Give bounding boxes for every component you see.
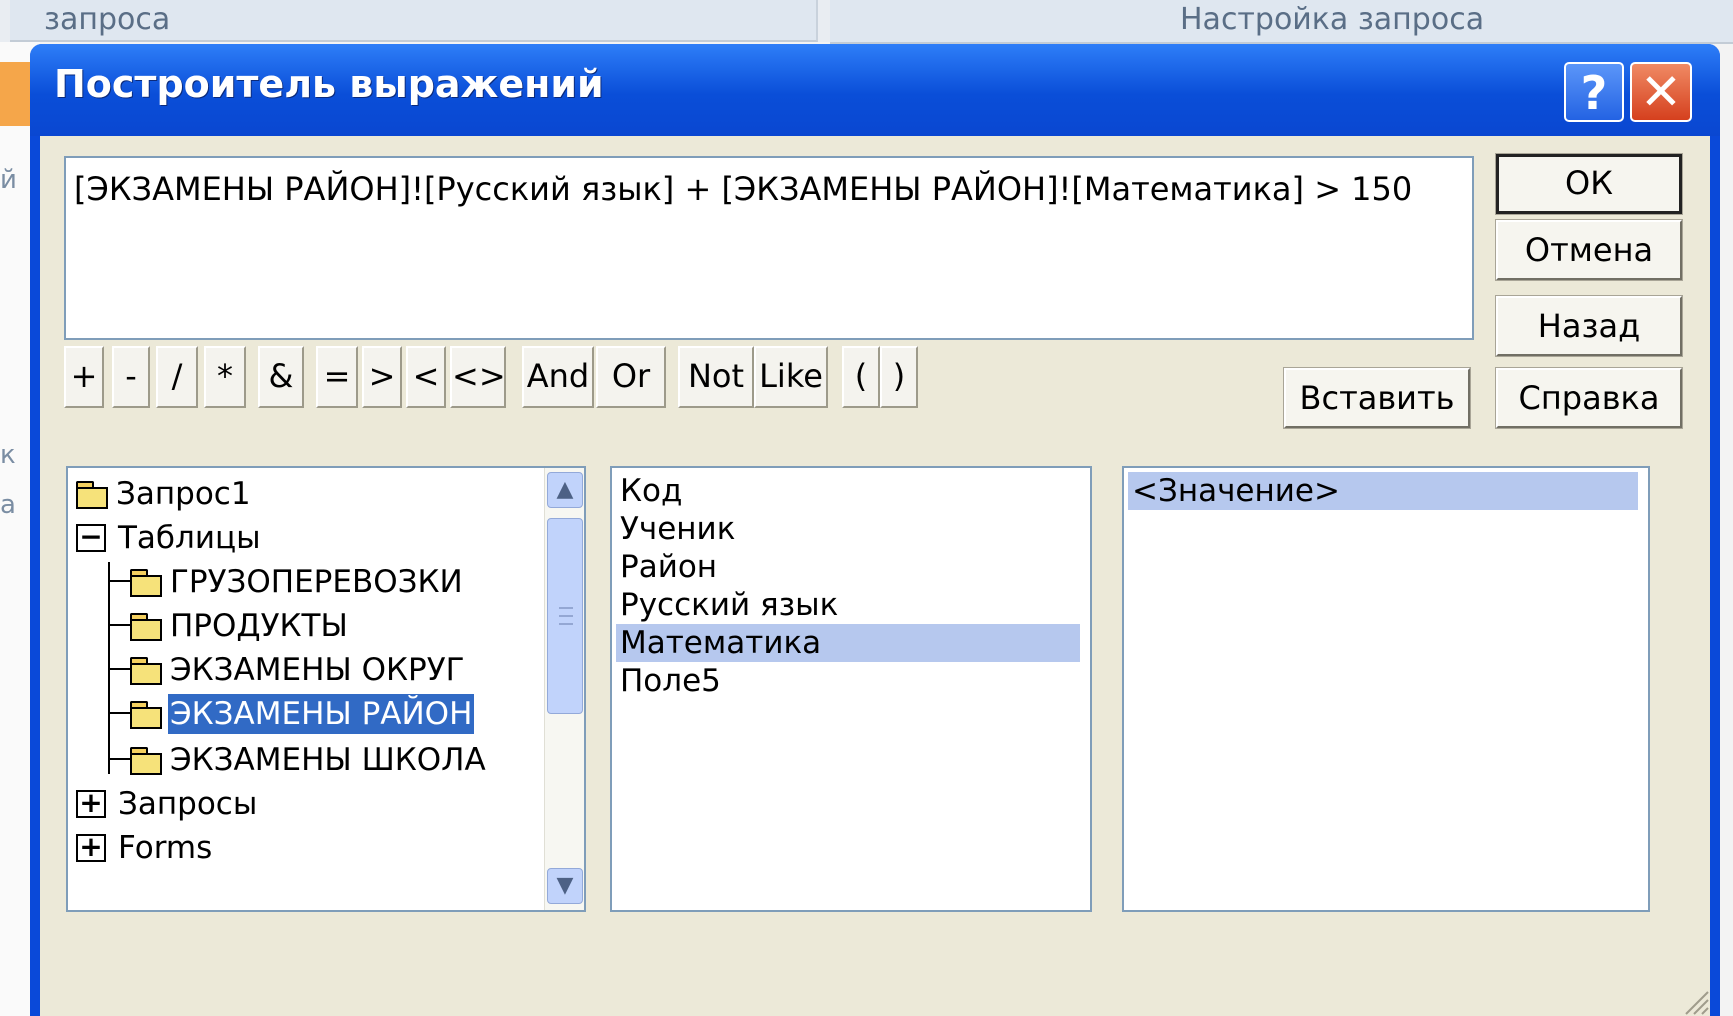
tree-item-exams-okrug[interactable]: ЭКЗАМЕНЫ ОКРУГ	[130, 648, 467, 688]
scroll-thumb[interactable]	[547, 518, 583, 714]
operator-not-equal-button[interactable]: <>	[450, 346, 506, 408]
folder-icon	[130, 656, 162, 685]
fields-list[interactable]: Код Ученик Район Русский язык Математика…	[610, 466, 1092, 912]
background-fragment: а	[0, 490, 16, 520]
tree-item-label: ЭКЗАМЕНЫ РАЙОН	[168, 693, 475, 734]
tree-item-gruzoperevozki[interactable]: ГРУЗОПЕРЕВОЗКИ	[130, 560, 465, 600]
operator-not-button[interactable]: Not	[678, 346, 754, 408]
tree-item-query1[interactable]: Запрос1	[76, 472, 253, 512]
operator-equals-button[interactable]: =	[316, 346, 358, 408]
dialog-title: Построитель выражений	[54, 62, 604, 106]
operator-close-paren-button[interactable]: )	[880, 346, 918, 408]
tree-item-exams-shkola[interactable]: ЭКЗАМЕНЫ ШКОЛА	[130, 738, 488, 778]
tree-item-tables[interactable]: − Таблицы	[76, 516, 263, 556]
folder-icon	[130, 568, 162, 597]
resize-grip-icon[interactable]	[1676, 982, 1710, 1016]
tree-item-label: Запрос1	[116, 475, 251, 512]
tree-item-label: ЭКЗАМЕНЫ ШКОЛА	[170, 741, 486, 778]
list-item-selected[interactable]: <Значение>	[1128, 472, 1638, 510]
operator-minus-button[interactable]: -	[112, 346, 150, 408]
folder-icon	[76, 480, 108, 509]
help-button[interactable]: Справка	[1495, 367, 1683, 429]
help-icon[interactable]: ?	[1564, 62, 1624, 122]
values-list[interactable]: <Значение>	[1122, 466, 1650, 912]
tree-item-label: Таблицы	[118, 519, 261, 556]
tree-item-exams-raion[interactable]: ЭКЗАМЕНЫ РАЙОН	[130, 692, 475, 734]
expression-text: [ЭКЗАМЕНЫ РАЙОН]![Русский язык] + [ЭКЗАМ…	[74, 170, 1413, 208]
scroll-up-icon[interactable]: ▲	[547, 472, 583, 508]
tree-item-label: Forms	[118, 829, 213, 866]
tree-connector	[108, 668, 132, 670]
operator-concat-button[interactable]: &	[258, 346, 304, 408]
tree-item-label: ГРУЗОПЕРЕВОЗКИ	[170, 563, 463, 600]
tree-item-label: ПРОДУКТЫ	[170, 607, 348, 644]
tree-item-label: ЭКЗАМЕНЫ ОКРУГ	[170, 651, 465, 688]
open-folder-icon	[130, 700, 162, 729]
expression-input[interactable]: [ЭКЗАМЕНЫ РАЙОН]![Русский язык] + [ЭКЗАМ…	[64, 156, 1474, 340]
tree-item-produkty[interactable]: ПРОДУКТЫ	[130, 604, 350, 644]
operator-like-button[interactable]: Like	[754, 346, 828, 408]
paste-button[interactable]: Вставить	[1283, 367, 1471, 429]
background-tab-query: запроса	[10, 0, 818, 42]
list-item[interactable]: Ученик	[616, 510, 735, 548]
cancel-button[interactable]: Отмена	[1495, 219, 1683, 281]
collapse-icon[interactable]: −	[76, 522, 106, 552]
tree-connector	[108, 624, 132, 626]
operator-greater-button[interactable]: >	[362, 346, 402, 408]
ok-button[interactable]: ОК	[1495, 153, 1683, 215]
tree-item-queries[interactable]: + Запросы	[76, 782, 259, 822]
dialog-client-area: [ЭКЗАМЕНЫ РАЙОН]![Русский язык] + [ЭКЗАМ…	[40, 136, 1710, 1016]
background-orange-marker	[0, 62, 30, 126]
operator-multiply-button[interactable]: *	[204, 346, 246, 408]
list-item[interactable]: Русский язык	[616, 586, 838, 624]
dialog-titlebar[interactable]: Построитель выражений ? ✕	[30, 44, 1720, 136]
tree-connector	[108, 712, 132, 714]
background-tab-query-setup-label: Настройка запроса	[1180, 2, 1485, 37]
tree-connector	[108, 580, 132, 582]
list-item[interactable]: Код	[616, 472, 682, 510]
expand-icon[interactable]: +	[76, 788, 106, 818]
background-fragment: й	[0, 165, 17, 195]
tree-item-label: Запросы	[118, 785, 258, 822]
list-item[interactable]: Поле5	[616, 662, 721, 700]
operator-and-button[interactable]: And	[522, 346, 594, 408]
expression-builder-dialog: Построитель выражений ? ✕ [ЭКЗАМЕНЫ РАЙО…	[30, 44, 1720, 1016]
list-item-selected[interactable]: Математика	[616, 624, 1080, 662]
close-icon[interactable]: ✕	[1630, 62, 1692, 122]
tree-connector	[108, 758, 132, 760]
scroll-down-icon[interactable]: ▼	[547, 868, 583, 904]
operator-plus-button[interactable]: +	[64, 346, 104, 408]
background-fragment: к	[0, 440, 16, 470]
background-tab-query-setup: Настройка запроса	[830, 0, 1733, 44]
folder-icon	[130, 746, 162, 775]
tree-item-forms[interactable]: + Forms	[76, 826, 214, 866]
back-button[interactable]: Назад	[1495, 295, 1683, 357]
folder-icon	[130, 612, 162, 641]
expand-icon[interactable]: +	[76, 832, 106, 862]
tree-scrollbar[interactable]: ▲ ▼	[544, 468, 584, 910]
operator-or-button[interactable]: Or	[596, 346, 666, 408]
operator-less-button[interactable]: <	[406, 346, 446, 408]
operator-divide-button[interactable]: /	[156, 346, 198, 408]
scroll-grip-icon	[559, 607, 573, 625]
object-tree-list[interactable]: Запрос1 − Таблицы ГРУЗОПЕРЕВОЗКИ ПРОДУКТЫ…	[66, 466, 586, 912]
operator-open-paren-button[interactable]: (	[842, 346, 880, 408]
list-item[interactable]: Район	[616, 548, 717, 586]
